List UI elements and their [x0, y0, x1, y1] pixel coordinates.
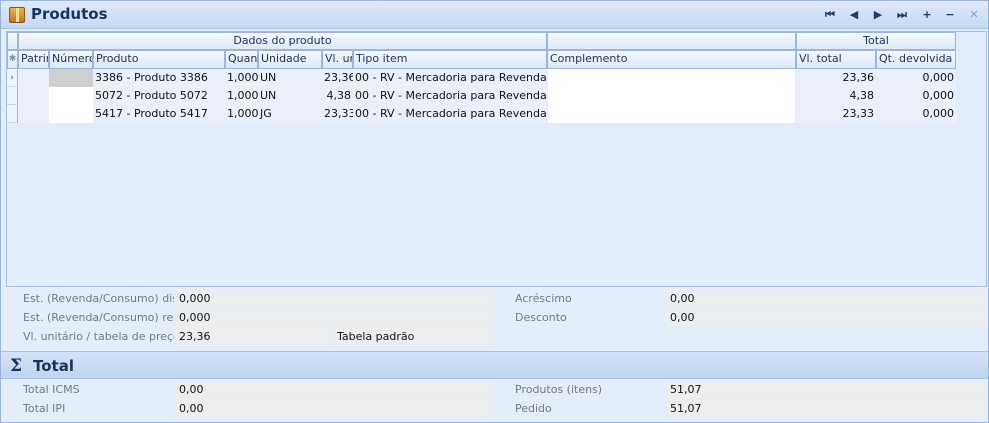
cell-qt-devolvida[interactable]: 0,000 [876, 105, 956, 123]
sigma-icon: Σ [10, 356, 23, 376]
cell-vl-total[interactable]: 23,36 [796, 69, 876, 87]
products-grid: Dados do produto Total ✱ Patrir Número P… [6, 31, 987, 287]
cell-unidade[interactable]: JG [258, 105, 322, 123]
acrescimo-field[interactable]: 0,00 [667, 290, 985, 308]
cell-quant[interactable]: 1,000 [225, 87, 258, 105]
group-header-complemento [547, 32, 796, 50]
col-header-vl-total[interactable]: Vl. total [796, 50, 876, 69]
last-record-icon[interactable]: ⏭ [893, 7, 911, 23]
remove-record-icon[interactable]: − [941, 7, 959, 23]
table-row[interactable]: 5072 - Produto 5072 1,000 UN 4,38 00 - R… [7, 87, 957, 105]
total-section-header: Σ Total [1, 351, 988, 379]
cell-qt-devolvida[interactable]: 0,000 [876, 87, 956, 105]
col-header-vl-unit[interactable]: Vl. ur [322, 50, 353, 69]
total-icms-field[interactable]: 0,00 [176, 381, 494, 399]
col-header-quant[interactable]: Quant [225, 50, 258, 69]
produtos-itens-label: Produtos (itens) [515, 383, 603, 396]
first-record-icon[interactable]: ⏮ [821, 7, 839, 23]
grid-corner [7, 32, 18, 50]
prev-record-icon[interactable]: ◀ [845, 7, 863, 23]
cell-complemento[interactable] [548, 69, 795, 87]
cell-unidade[interactable]: UN [258, 69, 322, 87]
group-header-total: Total [796, 32, 956, 50]
vl-unit-field[interactable]: 23,36 [176, 328, 332, 346]
table-row[interactable]: 5417 - Produto 5417 1,000 JG 23,33 00 - … [7, 105, 957, 123]
cell-unidade[interactable]: UN [258, 87, 322, 105]
desconto-field[interactable]: 0,00 [667, 309, 985, 327]
cell-produto[interactable]: 3386 - Produto 3386 [93, 69, 225, 87]
cell-numero[interactable] [49, 105, 93, 123]
pedido-label: Pedido [515, 402, 552, 415]
add-record-icon[interactable]: + [918, 7, 936, 23]
est-res-field[interactable]: 0,000 [176, 309, 494, 327]
pedido-field[interactable]: 51,07 [667, 400, 985, 418]
package-icon [9, 7, 25, 23]
cell-produto[interactable]: 5417 - Produto 5417 [93, 105, 225, 123]
cell-complemento[interactable] [548, 87, 795, 105]
cell-vl-total[interactable]: 4,38 [796, 87, 876, 105]
cell-qt-devolvida[interactable]: 0,000 [876, 69, 956, 87]
col-header-tipo-item[interactable]: Tipo item [353, 50, 547, 69]
cell-complemento[interactable] [548, 105, 795, 123]
total-ipi-label: Total IPI [23, 402, 66, 415]
cell-produto[interactable]: 5072 - Produto 5072 [93, 87, 225, 105]
cell-quant[interactable]: 1,000 [225, 69, 258, 87]
vl-unit-tabela-label: Vl. unitário / tabela de preço [23, 330, 174, 343]
cell-vl-unit[interactable]: 4,38 [322, 87, 353, 105]
total-title: Total [33, 357, 74, 375]
cell-vl-total[interactable]: 23,33 [796, 105, 876, 123]
cell-patrim[interactable] [18, 69, 49, 87]
cell-numero[interactable] [49, 87, 93, 105]
cell-patrim[interactable] [18, 105, 49, 123]
cell-tipo-item[interactable]: 00 - RV - Mercadoria para Revenda [353, 105, 547, 123]
total-icms-label: Total ICMS [23, 383, 80, 396]
next-record-icon[interactable]: ▶ [869, 7, 887, 23]
row-indicator[interactable] [7, 105, 18, 123]
row-indicator[interactable]: › [7, 69, 18, 87]
panel-title: Produtos [31, 5, 108, 23]
cell-patrim[interactable] [18, 87, 49, 105]
cell-vl-unit[interactable]: 23,36 [322, 69, 353, 87]
row-indicator-header: ✱ [7, 50, 18, 69]
cell-tipo-item[interactable]: 00 - RV - Mercadoria para Revenda [353, 87, 547, 105]
col-header-patrim[interactable]: Patrir [18, 50, 49, 69]
acrescimo-label: Acréscimo [515, 292, 572, 305]
cell-tipo-item[interactable]: 00 - RV - Mercadoria para Revenda [353, 69, 547, 87]
tabela-preco-field[interactable]: Tabela padrão [334, 328, 494, 346]
est-disp-label: Est. (Revenda/Consumo) dispo [23, 292, 174, 305]
produtos-itens-field[interactable]: 51,07 [667, 381, 985, 399]
col-header-produto[interactable]: Produto [93, 50, 225, 69]
est-res-label: Est. (Revenda/Consumo) reser [23, 311, 174, 324]
table-row[interactable]: › 3386 - Produto 3386 1,000 UN 23,36 00 … [7, 69, 957, 87]
col-header-qt-devolvida[interactable]: Qt. devolvida [876, 50, 956, 69]
col-header-unidade[interactable]: Unidade [258, 50, 322, 69]
panel-header: Produtos ⏮ ◀ ▶ ⏭ + − ✕ [1, 1, 988, 29]
cell-vl-unit[interactable]: 23,33 [322, 105, 353, 123]
produtos-panel: Produtos ⏮ ◀ ▶ ⏭ + − ✕ Dados do produto … [0, 0, 989, 423]
group-header-dados: Dados do produto [18, 32, 547, 50]
cell-quant[interactable]: 1,000 [225, 105, 258, 123]
col-header-complemento[interactable]: Complemento [547, 50, 796, 69]
est-disp-field[interactable]: 0,000 [176, 290, 494, 308]
total-ipi-field[interactable]: 0,00 [176, 400, 494, 418]
row-indicator[interactable] [7, 87, 18, 105]
col-header-numero[interactable]: Número [49, 50, 93, 69]
close-icon[interactable]: ✕ [965, 7, 983, 23]
desconto-label: Desconto [515, 311, 567, 324]
cell-numero[interactable] [49, 69, 93, 87]
